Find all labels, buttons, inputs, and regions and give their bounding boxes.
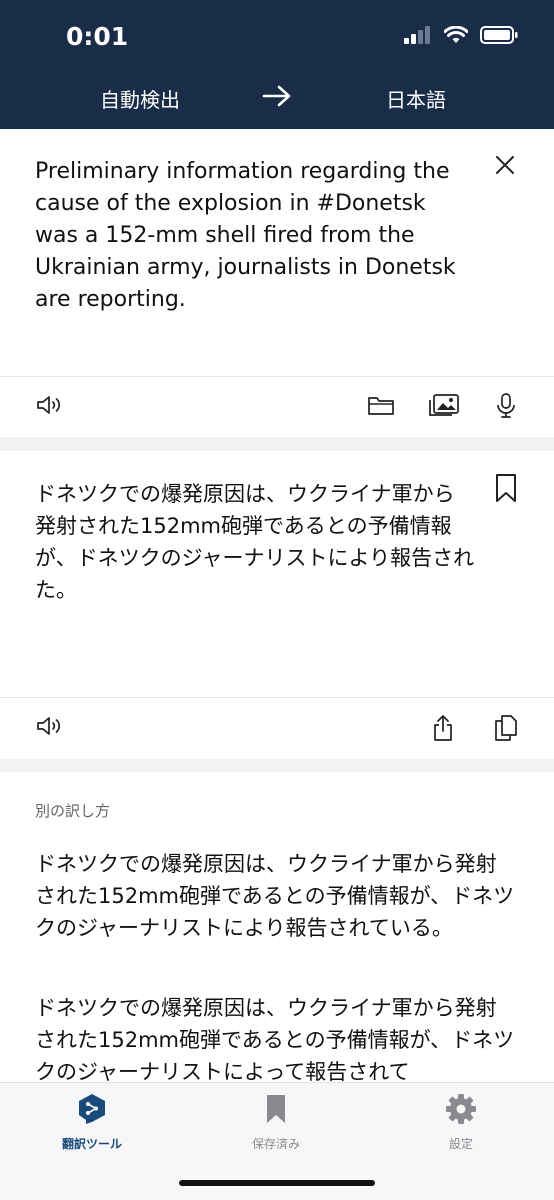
bookmark-icon xyxy=(496,474,516,502)
microphone-icon xyxy=(497,393,515,418)
open-file-button[interactable] xyxy=(367,393,395,421)
tab-saved[interactable]: 保存済み xyxy=(206,1093,346,1152)
share-icon xyxy=(434,715,452,741)
translation-toolbar xyxy=(0,698,554,758)
home-indicator xyxy=(179,1180,375,1186)
speak-source-button[interactable] xyxy=(35,393,63,421)
speaker-icon xyxy=(37,717,61,735)
header: 0:01 自動検出 日本語 xyxy=(0,0,554,129)
source-toolbar xyxy=(0,377,554,437)
tab-translator[interactable]: 翻訳ツール xyxy=(22,1093,162,1152)
clear-button[interactable] xyxy=(493,153,517,181)
language-bar: 自動検出 日本語 xyxy=(0,78,554,118)
image-translate-button[interactable] xyxy=(428,393,460,421)
arrow-right-icon xyxy=(262,85,291,107)
source-language-button[interactable]: 自動検出 xyxy=(100,84,180,113)
source-text-input[interactable]: Preliminary information regarding the ca… xyxy=(35,156,475,316)
gear-icon xyxy=(446,1094,476,1124)
alternative-translation[interactable]: ドネツクでの爆発原因は、ウクライナ軍から発射された152mm砲弾であるとの予備情… xyxy=(35,992,515,1082)
translation-text: ドネツクでの爆発原因は、ウクライナ軍から発射された152mm砲弾であるとの予備情… xyxy=(35,482,475,602)
alternatives-title: 別の訳し方 xyxy=(35,802,111,820)
status-icons xyxy=(404,26,518,44)
tab-label: 保存済み xyxy=(251,1137,300,1151)
voice-input-button[interactable] xyxy=(495,393,517,423)
tab-label: 翻訳ツール xyxy=(61,1137,122,1151)
battery-icon xyxy=(480,26,518,44)
tab-label: 設定 xyxy=(448,1137,473,1151)
deepl-logo-icon xyxy=(79,1094,105,1124)
speak-translation-button[interactable] xyxy=(35,714,63,742)
copy-icon xyxy=(495,715,517,741)
share-button[interactable] xyxy=(432,714,454,746)
status-time: 0:01 xyxy=(66,22,129,51)
wifi-icon xyxy=(444,26,468,43)
speaker-icon xyxy=(37,396,61,414)
swap-languages-button[interactable] xyxy=(262,84,292,112)
alternative-translation[interactable]: ドネツクでの爆発原因は、ウクライナ軍から発射された152mm砲弾であるとの予備情… xyxy=(35,848,515,944)
source-card: Preliminary information regarding the ca… xyxy=(0,129,554,437)
translation-card: ドネツクでの爆発原因は、ウクライナ軍から発射された152mm砲弾であるとの予備情… xyxy=(0,451,554,759)
folder-icon xyxy=(368,397,394,415)
close-icon xyxy=(496,156,514,174)
bookmark-icon xyxy=(267,1095,285,1123)
copy-button[interactable] xyxy=(494,714,518,746)
image-icon xyxy=(429,394,459,416)
save-translation-button[interactable] xyxy=(494,473,518,507)
alternatives-card: 別の訳し方 ドネツクでの爆発原因は、ウクライナ軍から発射された152mm砲弾であ… xyxy=(0,772,554,1082)
cellular-signal-icon xyxy=(404,26,430,44)
tab-settings[interactable]: 設定 xyxy=(391,1093,531,1152)
target-language-button[interactable]: 日本語 xyxy=(386,84,446,113)
